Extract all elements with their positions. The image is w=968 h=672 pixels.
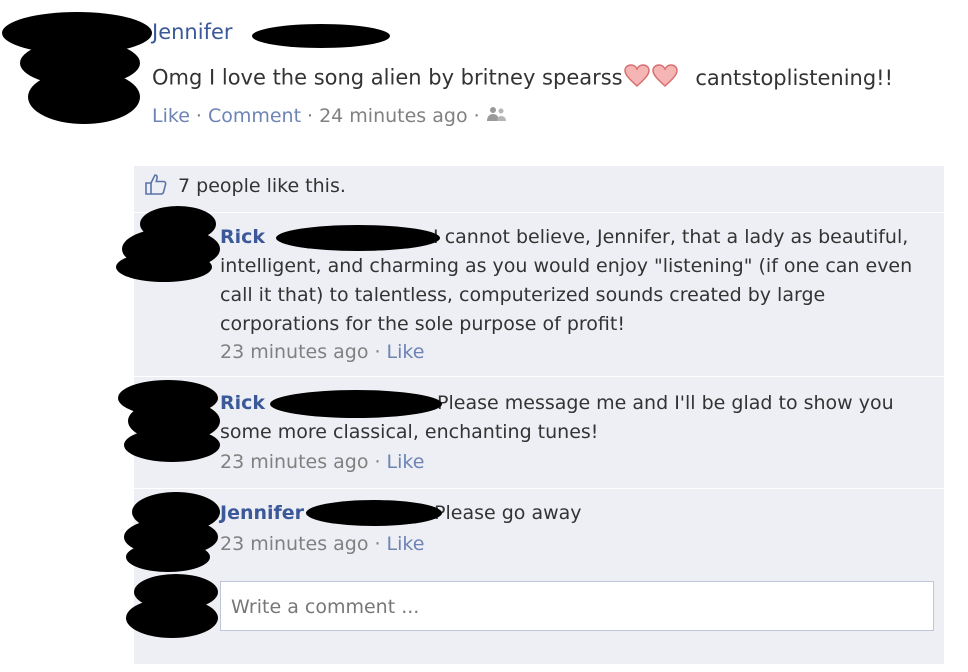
commenter-surname-redacted: [270, 390, 442, 418]
post-like-link[interactable]: Like: [152, 105, 190, 127]
post-comment-link[interactable]: Comment: [208, 105, 301, 127]
comment-like-link[interactable]: Like: [387, 451, 425, 473]
post-timestamp[interactable]: 24 minutes ago: [319, 105, 468, 127]
comment-author-link[interactable]: Rick: [220, 226, 265, 248]
comment-timestamp[interactable]: 23 minutes ago: [220, 451, 369, 473]
heart-icon: [623, 64, 650, 93]
post-author-name[interactable]: Jennifer: [152, 20, 233, 44]
comment-item: Rick Please message me and I'll be glad t…: [134, 376, 944, 485]
post-text: Omg I love the song alien by britney spe…: [152, 64, 893, 93]
commenter-surname-redacted: [306, 500, 442, 526]
commenter-surname-redacted: [276, 225, 440, 251]
post-author-link[interactable]: Jennifer: [152, 20, 233, 44]
comment-timestamp[interactable]: 23 minutes ago: [220, 533, 369, 555]
comment-meta: 23 minutes ago · Like: [220, 533, 425, 555]
likes-summary[interactable]: 7 people like this.: [144, 172, 346, 201]
comment-text: Please go away: [434, 502, 582, 524]
comment-timestamp[interactable]: 23 minutes ago: [220, 341, 369, 363]
comment-item: Jennifer Please go away 23 minutes ago · Li…: [134, 488, 944, 571]
friends-icon[interactable]: [486, 105, 508, 128]
separator: ·: [195, 105, 202, 127]
separator: ·: [473, 105, 480, 127]
comment-like-link[interactable]: Like: [387, 533, 425, 555]
comment-author-link[interactable]: Rick: [220, 392, 265, 414]
author-surname-redacted: [252, 24, 390, 48]
thumbs-up-icon: [144, 172, 168, 201]
post-text-main: Omg I love the song alien by britney spe…: [152, 65, 623, 90]
separator: ·: [307, 105, 314, 127]
comment-meta: 23 minutes ago · Like: [220, 341, 425, 363]
comment-placeholder: Write a comment ...: [231, 596, 420, 618]
comment-author-link[interactable]: Jennifer: [220, 502, 304, 524]
comment-meta: 23 minutes ago · Like: [220, 451, 425, 473]
post-text-tail: cantstoplistening!!: [695, 65, 894, 90]
write-comment-input[interactable]: Write a comment ...: [220, 581, 934, 631]
heart-icon: [651, 64, 678, 93]
comment-item: Rick I cannot believe, Jennifer, that a l…: [134, 212, 944, 373]
post-meta: Like · Comment · 24 minutes ago ·: [152, 105, 508, 128]
comment-like-link[interactable]: Like: [387, 341, 425, 363]
likes-count-text[interactable]: 7 people like this.: [178, 175, 346, 197]
